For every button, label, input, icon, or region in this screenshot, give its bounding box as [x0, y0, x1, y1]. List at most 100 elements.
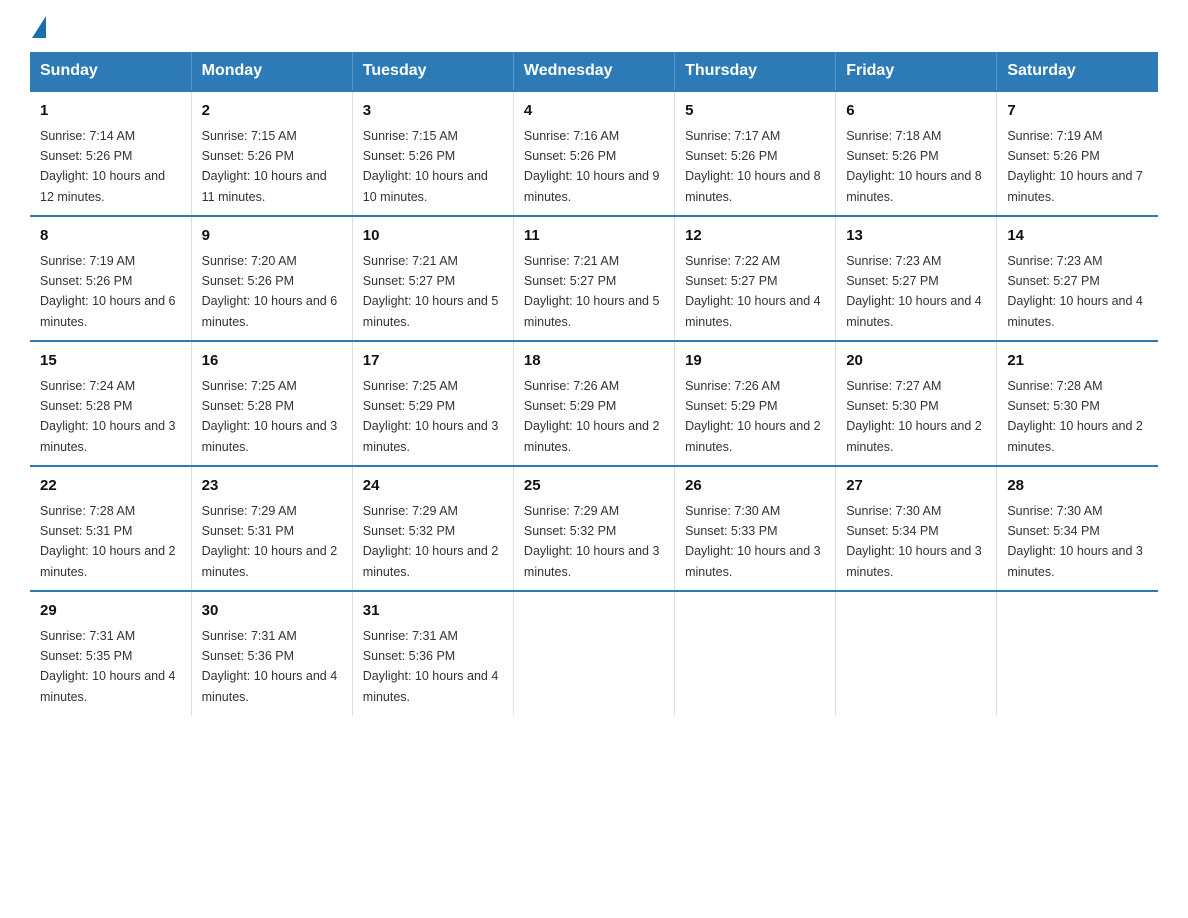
day-number: 20 [846, 350, 986, 373]
day-number: 10 [363, 225, 503, 248]
day-number: 12 [685, 225, 825, 248]
calendar-header-row: SundayMondayTuesdayWednesdayThursdayFrid… [30, 52, 1158, 91]
day-number: 24 [363, 475, 503, 498]
calendar-cell [675, 591, 836, 715]
day-info: Sunrise: 7:23 AMSunset: 5:27 PMDaylight:… [1007, 254, 1143, 329]
day-number: 31 [363, 600, 503, 623]
day-info: Sunrise: 7:20 AMSunset: 5:26 PMDaylight:… [202, 254, 338, 329]
day-number: 29 [40, 600, 181, 623]
day-info: Sunrise: 7:31 AMSunset: 5:36 PMDaylight:… [363, 629, 499, 704]
column-header-saturday: Saturday [997, 52, 1158, 91]
day-number: 23 [202, 475, 342, 498]
day-number: 11 [524, 225, 664, 248]
column-header-thursday: Thursday [675, 52, 836, 91]
calendar-cell: 25Sunrise: 7:29 AMSunset: 5:32 PMDayligh… [513, 466, 674, 591]
day-info: Sunrise: 7:28 AMSunset: 5:30 PMDaylight:… [1007, 379, 1143, 454]
calendar-cell: 11 Sunrise: 7:21 AMSunset: 5:27 PMDayligh… [513, 216, 674, 341]
calendar-cell: 3Sunrise: 7:15 AMSunset: 5:26 PMDaylight… [352, 91, 513, 216]
calendar-cell: 30Sunrise: 7:31 AMSunset: 5:36 PMDayligh… [191, 591, 352, 715]
calendar-cell: 16 Sunrise: 7:25 AMSunset: 5:28 PMDayligh… [191, 341, 352, 466]
day-number: 8 [40, 225, 181, 248]
calendar-cell: 14 Sunrise: 7:23 AMSunset: 5:27 PMDayligh… [997, 216, 1158, 341]
day-info: Sunrise: 7:19 AMSunset: 5:26 PMDaylight:… [1007, 129, 1143, 204]
day-info: Sunrise: 7:30 AMSunset: 5:34 PMDaylight:… [846, 504, 982, 579]
calendar-cell: 29 Sunrise: 7:31 AMSunset: 5:35 PMDayligh… [30, 591, 191, 715]
day-number: 4 [524, 100, 664, 123]
day-info: Sunrise: 7:28 AMSunset: 5:31 PMDaylight:… [40, 504, 176, 579]
calendar-cell [836, 591, 997, 715]
day-info: Sunrise: 7:24 AMSunset: 5:28 PMDaylight:… [40, 379, 176, 454]
calendar-body: 1 Sunrise: 7:14 AMSunset: 5:26 PMDaylight… [30, 91, 1158, 715]
column-header-wednesday: Wednesday [513, 52, 674, 91]
day-info: Sunrise: 7:25 AMSunset: 5:28 PMDaylight:… [202, 379, 338, 454]
day-number: 1 [40, 100, 181, 123]
day-number: 9 [202, 225, 342, 248]
calendar-week-row: 29 Sunrise: 7:31 AMSunset: 5:35 PMDayligh… [30, 591, 1158, 715]
calendar-cell: 12 Sunrise: 7:22 AMSunset: 5:27 PMDayligh… [675, 216, 836, 341]
calendar-cell: 27 Sunrise: 7:30 AMSunset: 5:34 PMDayligh… [836, 466, 997, 591]
day-number: 2 [202, 100, 342, 123]
day-number: 16 [202, 350, 342, 373]
calendar-cell: 15 Sunrise: 7:24 AMSunset: 5:28 PMDayligh… [30, 341, 191, 466]
day-number: 28 [1007, 475, 1148, 498]
day-number: 15 [40, 350, 181, 373]
day-info: Sunrise: 7:25 AMSunset: 5:29 PMDaylight:… [363, 379, 499, 454]
day-info: Sunrise: 7:26 AMSunset: 5:29 PMDaylight:… [524, 379, 660, 454]
calendar-cell: 17 Sunrise: 7:25 AMSunset: 5:29 PMDayligh… [352, 341, 513, 466]
day-info: Sunrise: 7:21 AMSunset: 5:27 PMDaylight:… [524, 254, 660, 329]
day-number: 6 [846, 100, 986, 123]
column-header-monday: Monday [191, 52, 352, 91]
calendar-week-row: 15 Sunrise: 7:24 AMSunset: 5:28 PMDayligh… [30, 341, 1158, 466]
page-header [30, 20, 1158, 34]
day-info: Sunrise: 7:23 AMSunset: 5:27 PMDaylight:… [846, 254, 982, 329]
calendar-cell: 2 Sunrise: 7:15 AMSunset: 5:26 PMDaylight… [191, 91, 352, 216]
day-number: 7 [1007, 100, 1148, 123]
calendar-cell: 19Sunrise: 7:26 AMSunset: 5:29 PMDayligh… [675, 341, 836, 466]
calendar-cell: 13 Sunrise: 7:23 AMSunset: 5:27 PMDayligh… [836, 216, 997, 341]
day-number: 21 [1007, 350, 1148, 373]
day-info: Sunrise: 7:15 AMSunset: 5:26 PMDaylight:… [202, 129, 327, 204]
day-number: 17 [363, 350, 503, 373]
calendar-cell [513, 591, 674, 715]
calendar-cell: 1 Sunrise: 7:14 AMSunset: 5:26 PMDaylight… [30, 91, 191, 216]
day-number: 3 [363, 100, 503, 123]
day-info: Sunrise: 7:27 AMSunset: 5:30 PMDaylight:… [846, 379, 982, 454]
day-number: 27 [846, 475, 986, 498]
calendar-cell: 24Sunrise: 7:29 AMSunset: 5:32 PMDayligh… [352, 466, 513, 591]
calendar-cell [997, 591, 1158, 715]
day-info: Sunrise: 7:30 AMSunset: 5:34 PMDaylight:… [1007, 504, 1143, 579]
calendar-cell: 21 Sunrise: 7:28 AMSunset: 5:30 PMDayligh… [997, 341, 1158, 466]
day-number: 5 [685, 100, 825, 123]
day-number: 14 [1007, 225, 1148, 248]
calendar-cell: 18 Sunrise: 7:26 AMSunset: 5:29 PMDayligh… [513, 341, 674, 466]
column-header-sunday: Sunday [30, 52, 191, 91]
day-info: Sunrise: 7:21 AMSunset: 5:27 PMDaylight:… [363, 254, 499, 329]
day-info: Sunrise: 7:14 AMSunset: 5:26 PMDaylight:… [40, 129, 165, 204]
day-number: 18 [524, 350, 664, 373]
day-number: 13 [846, 225, 986, 248]
day-info: Sunrise: 7:18 AMSunset: 5:26 PMDaylight:… [846, 129, 982, 204]
day-info: Sunrise: 7:22 AMSunset: 5:27 PMDaylight:… [685, 254, 821, 329]
calendar-cell: 20 Sunrise: 7:27 AMSunset: 5:30 PMDayligh… [836, 341, 997, 466]
day-info: Sunrise: 7:17 AMSunset: 5:26 PMDaylight:… [685, 129, 821, 204]
calendar-cell: 10 Sunrise: 7:21 AMSunset: 5:27 PMDayligh… [352, 216, 513, 341]
day-number: 26 [685, 475, 825, 498]
column-header-tuesday: Tuesday [352, 52, 513, 91]
calendar-cell: 7 Sunrise: 7:19 AMSunset: 5:26 PMDaylight… [997, 91, 1158, 216]
calendar-week-row: 22 Sunrise: 7:28 AMSunset: 5:31 PMDayligh… [30, 466, 1158, 591]
day-info: Sunrise: 7:29 AMSunset: 5:32 PMDaylight:… [524, 504, 660, 579]
calendar-cell: 23Sunrise: 7:29 AMSunset: 5:31 PMDayligh… [191, 466, 352, 591]
calendar-table: SundayMondayTuesdayWednesdayThursdayFrid… [30, 52, 1158, 715]
calendar-cell: 8Sunrise: 7:19 AMSunset: 5:26 PMDaylight… [30, 216, 191, 341]
calendar-cell: 5 Sunrise: 7:17 AMSunset: 5:26 PMDaylight… [675, 91, 836, 216]
logo-triangle-icon [32, 16, 46, 38]
calendar-week-row: 1 Sunrise: 7:14 AMSunset: 5:26 PMDaylight… [30, 91, 1158, 216]
day-number: 22 [40, 475, 181, 498]
calendar-cell: 4Sunrise: 7:16 AMSunset: 5:26 PMDaylight… [513, 91, 674, 216]
day-info: Sunrise: 7:31 AMSunset: 5:35 PMDaylight:… [40, 629, 176, 704]
calendar-cell: 31 Sunrise: 7:31 AMSunset: 5:36 PMDayligh… [352, 591, 513, 715]
calendar-cell: 9 Sunrise: 7:20 AMSunset: 5:26 PMDaylight… [191, 216, 352, 341]
calendar-cell: 22 Sunrise: 7:28 AMSunset: 5:31 PMDayligh… [30, 466, 191, 591]
calendar-week-row: 8Sunrise: 7:19 AMSunset: 5:26 PMDaylight… [30, 216, 1158, 341]
day-info: Sunrise: 7:30 AMSunset: 5:33 PMDaylight:… [685, 504, 821, 579]
